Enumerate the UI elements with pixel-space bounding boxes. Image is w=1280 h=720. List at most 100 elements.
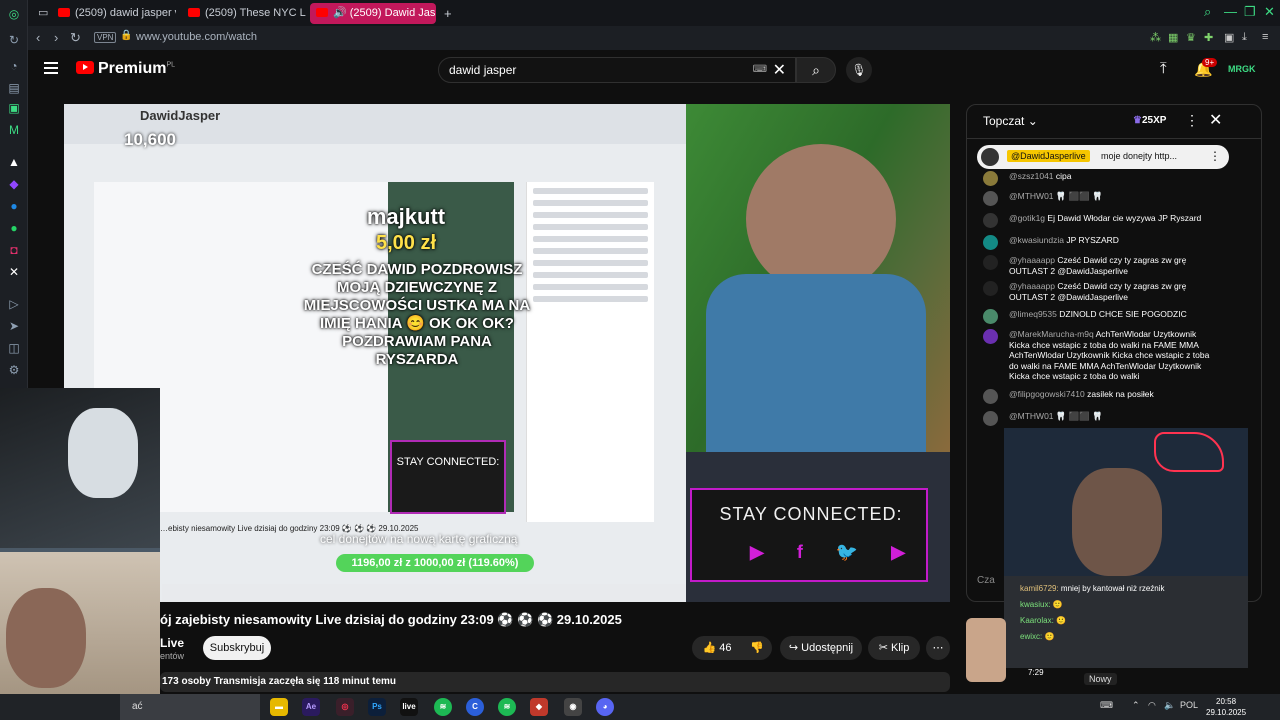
whatsapp-icon[interactable]: ● — [6, 220, 22, 236]
settings-icon[interactable]: ⚙ — [6, 362, 22, 378]
avatar[interactable] — [983, 281, 998, 296]
search-tabs-icon[interactable]: ⌕ — [1204, 4, 1211, 20]
upload-icon[interactable]: ⤒ — [1160, 60, 1167, 77]
instagram-icon[interactable]: ◘ — [6, 242, 22, 258]
spotify-icon[interactable]: ≋ — [434, 698, 452, 716]
url-field[interactable]: www.youtube.com/watch — [136, 31, 257, 43]
more-actions-icon[interactable]: ⋯ — [926, 636, 950, 660]
avatar[interactable] — [983, 255, 998, 270]
avatar[interactable] — [983, 389, 998, 404]
wifi-icon[interactable]: ◠ — [1148, 700, 1156, 711]
avatar[interactable] — [983, 411, 998, 426]
download-icon[interactable]: ⤓ — [1242, 31, 1247, 44]
avatar[interactable] — [983, 213, 998, 228]
ccleaner-icon[interactable]: C — [466, 698, 484, 716]
vpn-badge[interactable]: VPN — [94, 32, 117, 43]
ext-translate-icon[interactable]: ⁂ — [1150, 31, 1161, 44]
discord-icon[interactable]: ◕ — [596, 698, 614, 716]
player-icon[interactable]: ▷ — [6, 296, 22, 312]
chat-author[interactable]: @yhaaaapp — [1009, 255, 1055, 265]
spotify-2-icon[interactable]: ≋ — [498, 698, 516, 716]
app-icon[interactable]: ◆ — [530, 698, 548, 716]
menu-icon[interactable]: ≡ — [1262, 31, 1268, 43]
search-input[interactable]: dawid jasper ⌨ ✕ — [438, 57, 796, 83]
back-icon[interactable]: ‹ — [36, 30, 40, 45]
chat-close-icon[interactable]: ✕ — [1209, 110, 1222, 130]
obs-icon[interactable]: ◉ — [564, 698, 582, 716]
voice-search-icon[interactable]: 🎙 — [846, 57, 872, 83]
xp-badge[interactable]: ♛25XP — [1133, 115, 1166, 126]
ext-badge-icon[interactable]: ▦ — [1168, 31, 1178, 44]
video-meta[interactable]: 173 osoby Transmisja zaczęła się 118 min… — [160, 672, 950, 692]
close-window-icon[interactable]: ✕ — [1264, 4, 1275, 20]
chat-message[interactable]: @filipgogowski7410 zasilek na posiłek — [983, 389, 1213, 404]
language-indicator[interactable]: POL — [1180, 700, 1198, 710]
chat-message[interactable]: @MTHW01 🦷 ⬛⬛ 🦷 — [983, 411, 1213, 426]
send-icon[interactable]: ➤ — [6, 318, 22, 334]
opera-icon[interactable]: ◎ — [6, 6, 22, 22]
file-explorer-icon[interactable]: ▬ — [270, 698, 288, 716]
opera-taskbar-icon[interactable]: ◎ — [336, 698, 354, 716]
recommended-thumbnail[interactable] — [966, 618, 1006, 682]
forward-icon[interactable]: › — [54, 30, 58, 45]
avatar[interactable] — [983, 191, 998, 206]
avatar[interactable] — [983, 309, 998, 324]
chat-input[interactable]: Cza — [977, 575, 995, 586]
wallet-icon[interactable]: ▣ — [6, 100, 22, 116]
tray-chevron-icon[interactable]: ⌃ — [1132, 700, 1140, 711]
maximize-icon[interactable]: ❐ — [1244, 4, 1256, 20]
chat-message[interactable]: @kwasiundzia JP RYSZARD — [983, 235, 1213, 250]
avatar[interactable]: MRGK — [1228, 64, 1256, 74]
photoshop-icon[interactable]: Ps — [368, 698, 386, 716]
chat-message[interactable]: @gotik1g Ej Dawid Włodar cie wyzywa JP R… — [983, 213, 1213, 228]
m-icon[interactable]: M — [6, 122, 22, 138]
new-tab-button[interactable]: + — [438, 3, 456, 24]
tab-2[interactable]: (2509) These NYC Locati — [182, 3, 306, 24]
chat-message[interactable]: @szsz1041 cipa — [983, 171, 1213, 186]
chat-author[interactable]: @gotik1g — [1009, 213, 1045, 223]
chat-author[interactable]: @kwasiundzia — [1009, 235, 1064, 245]
video-player[interactable]: DawidJasper STAY CONNECTED: majkutt 5,00… — [64, 104, 950, 602]
chat-author[interactable]: @MTHW01 — [1009, 191, 1054, 201]
ext-puzzle-icon[interactable]: ✚ — [1204, 31, 1213, 44]
chat-author[interactable]: @szsz1041 — [1009, 171, 1054, 181]
pinned-message[interactable]: @DawidJasperlive moje donejty http... ⋮ — [977, 145, 1229, 169]
system-clock[interactable]: 20:58 29.10.2025 — [1206, 696, 1246, 718]
keyboard-icon[interactable]: ⌨ — [753, 64, 767, 75]
taskbar-search[interactable]: ać — [120, 694, 260, 720]
chat-more-icon[interactable]: ⋮ — [1185, 112, 1199, 129]
chat-author[interactable]: @MarekMarucha-m9q — [1009, 329, 1094, 339]
channel-name[interactable]: Live — [160, 636, 184, 650]
chat-message[interactable]: @yhaaaapp Cześć Dawid czy ty zagras zw g… — [983, 255, 1213, 276]
chat-author[interactable]: @filipgogowski7410 — [1009, 389, 1085, 399]
clip-button[interactable]: ✂ Klip — [868, 636, 920, 660]
chat-author[interactable]: @limeq9535 — [1009, 309, 1057, 319]
minimize-icon[interactable]: — — [1224, 4, 1237, 19]
tab-1[interactable]: (2509) dawid jasper vs w — [52, 3, 176, 24]
reload-sidebar-icon[interactable]: ↻ — [6, 32, 22, 48]
live-icon[interactable]: live — [400, 698, 418, 716]
youtube-logo[interactable]: PremiumPL — [76, 60, 175, 78]
ext-trophy-icon[interactable]: ♛ — [1186, 31, 1196, 44]
camera-icon[interactable]: ▣ — [1224, 31, 1234, 44]
subscribe-button[interactable]: Subskrybuj — [203, 636, 271, 660]
dislike-button[interactable]: 👎 — [742, 636, 772, 660]
pinned-more-icon[interactable]: ⋮ — [1209, 149, 1221, 163]
tab-3-active[interactable]: 🔊 (2509) Dawid Jasper — [310, 3, 436, 24]
messenger-icon[interactable]: ● — [6, 198, 22, 214]
hamburger-menu-icon[interactable] — [44, 62, 58, 74]
x-icon[interactable]: ✕ — [6, 264, 22, 280]
after-effects-icon[interactable]: Ae — [302, 698, 320, 716]
avatar[interactable] — [983, 329, 998, 344]
chat-message[interactable]: @limeq9535 DZINOLD CHCE SIE POGODZIC — [983, 309, 1213, 324]
like-button[interactable]: 👍 46 — [692, 636, 742, 660]
tab-list-icon[interactable]: ▭ — [32, 3, 54, 24]
reload-icon[interactable]: ↻ — [70, 30, 81, 46]
chat-message[interactable]: @MarekMarucha-m9q AchTenWlodar Uzytkowni… — [983, 329, 1213, 382]
speed-dial-icon[interactable]: ▤ — [6, 80, 22, 96]
chat-author[interactable]: @MTHW01 — [1009, 411, 1054, 421]
chat-message[interactable]: @MTHW01 🦷 ⬛⬛ 🦷 — [983, 191, 1213, 206]
search-button[interactable]: ⌕ — [796, 57, 836, 83]
chat-message[interactable]: @yhaaaapp Cześć Dawid czy ty zagras zw g… — [983, 281, 1213, 302]
avatar[interactable] — [983, 171, 998, 186]
